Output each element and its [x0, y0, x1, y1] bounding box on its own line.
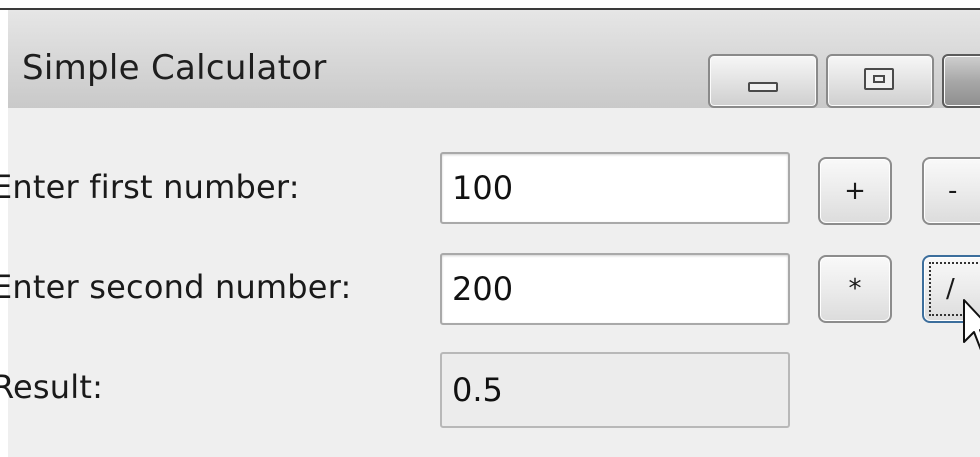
add-button[interactable]: +: [818, 157, 892, 225]
window-title: Simple Calculator: [22, 48, 327, 88]
minimize-button[interactable]: [708, 54, 818, 108]
maximize-icon: [864, 68, 894, 90]
first-number-label: Enter first number:: [0, 168, 300, 206]
divide-button-label: /: [946, 274, 955, 304]
close-button[interactable]: ✕: [942, 54, 980, 108]
maximize-button[interactable]: [826, 54, 934, 108]
title-bar[interactable]: Simple Calculator ✕: [8, 10, 980, 108]
multiply-button[interactable]: *: [818, 255, 892, 323]
minimize-icon: [748, 82, 778, 92]
first-number-input[interactable]: [440, 152, 790, 224]
second-number-label: Enter second number:: [0, 268, 352, 306]
subtract-button[interactable]: -: [922, 157, 980, 225]
result-label: Result:: [0, 368, 104, 406]
result-field: [440, 352, 790, 428]
calculator-window: Simple Calculator ✕ Enter first number: …: [0, 0, 980, 457]
arrow-cursor-icon: [963, 299, 980, 351]
second-number-input[interactable]: [440, 253, 790, 325]
